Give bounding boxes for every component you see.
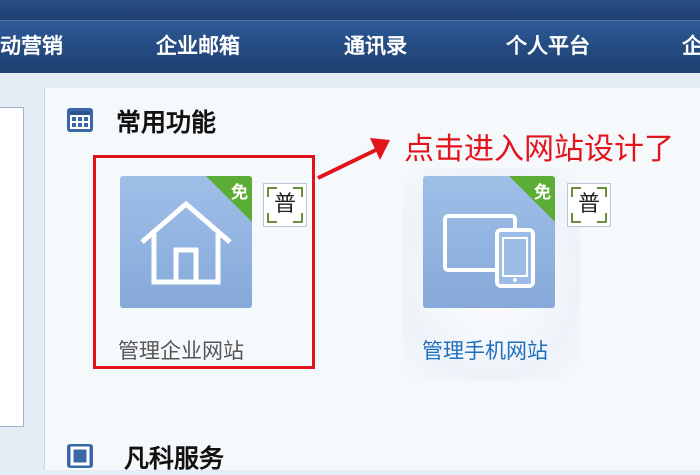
grid-icon bbox=[67, 108, 93, 132]
tile-manage-mobile-site[interactable]: 免 bbox=[423, 176, 555, 308]
nav-item-mail[interactable]: 企业邮箱 bbox=[156, 21, 240, 73]
annotation-text: 点击进入网站设计了 bbox=[404, 132, 674, 167]
nav-item-contacts[interactable]: 通讯录 bbox=[344, 21, 407, 73]
sidebar-panel bbox=[0, 107, 24, 427]
highlight-box bbox=[93, 155, 315, 369]
top-strip bbox=[0, 0, 700, 20]
nav-item-enterprise[interactable]: 企 bbox=[682, 21, 700, 73]
tile-label-manage-mobile-site[interactable]: 管理手机网站 bbox=[422, 335, 548, 365]
badge-standard-2[interactable]: 普 bbox=[567, 183, 611, 227]
nav-item-marketing[interactable]: 动营销 bbox=[0, 21, 63, 73]
nav-item-personal[interactable]: 个人平台 bbox=[506, 21, 590, 73]
section-title-common: 常用功能 bbox=[116, 108, 217, 137]
services-icon bbox=[67, 444, 93, 468]
main-nav: 动营销 企业邮箱 通讯录 个人平台 企 bbox=[0, 20, 700, 73]
free-label: 免 bbox=[534, 183, 551, 203]
